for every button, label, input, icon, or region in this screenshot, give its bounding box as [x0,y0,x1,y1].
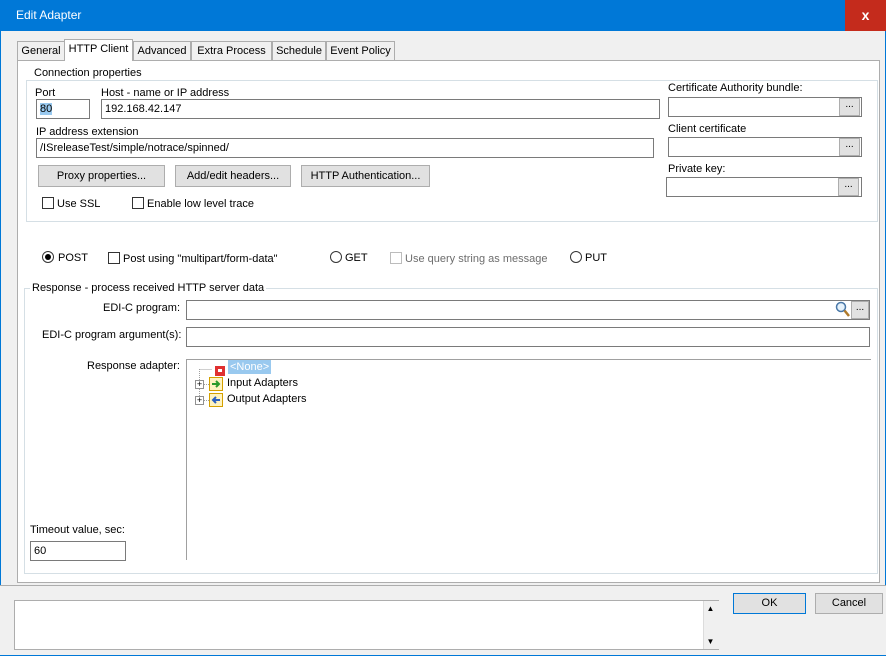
use-ssl-checkbox[interactable] [42,197,54,209]
tree-item-none[interactable]: <None> [228,360,272,374]
port-input[interactable]: 80 [36,99,90,119]
output-adapters-expander-icon[interactable]: + [195,396,204,405]
host-label: Host - name or IP address [101,87,230,99]
get-radio[interactable] [330,251,342,263]
put-radio[interactable] [570,251,582,263]
post-radio[interactable] [42,251,54,263]
response-adapter-label: Response adapter: [87,360,180,372]
input-adapters-icon [209,377,223,391]
close-icon: x [861,7,870,23]
tab-extra-process[interactable]: Extra Process [191,41,272,61]
ip-extension-input[interactable]: /ISreleaseTest/simple/notrace/spinned/ [36,138,654,158]
edi-args-input[interactable] [186,327,870,347]
window-border-left [0,31,1,656]
connection-group-label: Connection properties [32,67,144,79]
scroll-down-icon[interactable]: ▼ [704,636,717,648]
private-key-browse-button[interactable]: ... [838,178,859,196]
tree-item-input-adapters[interactable]: Input Adapters [227,377,298,389]
tab-event-policy[interactable]: Event Policy [326,41,395,61]
port-label: Port [35,87,56,99]
query-string-label: Use query string as message [405,253,548,265]
edi-program-browse-button[interactable]: ... [851,301,869,319]
query-string-checkbox[interactable] [390,252,402,264]
tab-advanced[interactable]: Advanced [133,41,191,61]
ca-bundle-browse-button[interactable]: ... [839,98,860,116]
port-value: 80 [40,103,53,115]
http-authentication-button[interactable]: HTTP Authentication... [301,165,430,187]
client-cert-input[interactable] [668,137,862,157]
proxy-properties-button[interactable]: Proxy properties... [38,165,165,187]
response-adapter-tree[interactable] [186,359,871,560]
response-group-label: Response - process received HTTP server … [30,282,267,294]
cancel-button[interactable]: Cancel [815,593,883,614]
private-key-label: Private key: [668,163,726,175]
low-level-trace-label: Enable low level trace [147,198,255,210]
tree-item-output-adapters[interactable]: Output Adapters [227,393,307,405]
edi-program-label: EDI-C program: [103,302,181,314]
edi-args-label: EDI-C program argument(s): [42,329,182,341]
post-label: POST [58,252,88,264]
tab-http-client[interactable]: HTTP Client [64,39,133,61]
tab-schedule[interactable]: Schedule [272,41,326,61]
scroll-up-icon[interactable]: ▲ [704,603,717,615]
ca-bundle-label: Certificate Authority bundle: [668,82,803,94]
timeout-input[interactable]: 60 [30,541,126,561]
get-label: GET [345,252,368,264]
ca-bundle-input[interactable] [668,97,862,117]
output-adapters-icon [209,393,223,407]
low-level-trace-checkbox[interactable] [132,197,144,209]
input-adapters-expander-icon[interactable]: + [195,380,204,389]
add-edit-headers-button[interactable]: Add/edit headers... [175,165,291,187]
ok-button[interactable]: OK [733,593,806,614]
client-cert-browse-button[interactable]: ... [839,138,860,156]
multipart-label: Post using "multipart/form-data" [123,253,278,265]
edi-program-input[interactable] [186,300,870,320]
private-key-input[interactable] [666,177,862,197]
tab-general[interactable]: General [17,41,65,61]
title-bar [0,0,886,31]
put-label: PUT [585,252,607,264]
timeout-label: Timeout value, sec: [30,524,125,536]
client-cert-label: Client certificate [668,123,747,135]
message-box[interactable] [14,600,719,650]
host-input[interactable]: 192.168.42.147 [101,99,660,119]
close-button[interactable]: x [845,0,886,31]
multipart-checkbox[interactable] [108,252,120,264]
window-title: Edit Adapter [16,8,82,22]
search-icon[interactable] [835,301,851,318]
ip-extension-label: IP address extension [36,126,139,138]
use-ssl-label: Use SSL [57,198,101,210]
